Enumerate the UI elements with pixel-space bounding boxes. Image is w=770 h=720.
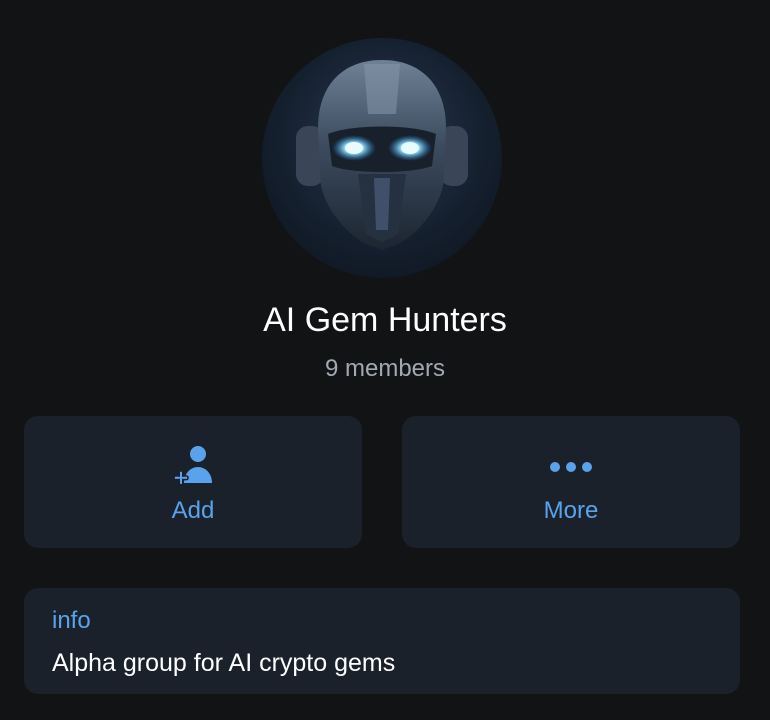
add-member-button[interactable]: Add (24, 416, 362, 548)
group-title: AI Gem Hunters (263, 301, 507, 339)
add-member-icon (168, 444, 218, 490)
more-button[interactable]: More (402, 416, 740, 548)
robot-helmet-icon (296, 60, 468, 250)
group-avatar[interactable] (262, 38, 502, 278)
group-profile-page: AI Gem Hunters 9 members Add More info A… (0, 0, 770, 720)
info-label: info (52, 607, 91, 634)
group-description[interactable]: Alpha group for AI crypto gems (52, 647, 395, 679)
member-count[interactable]: 9 members (0, 354, 770, 384)
more-dots-icon (546, 444, 596, 490)
add-button-label: Add (171, 497, 215, 524)
more-button-label: More (543, 497, 599, 524)
info-card: info Alpha group for AI crypto gems (24, 588, 740, 694)
